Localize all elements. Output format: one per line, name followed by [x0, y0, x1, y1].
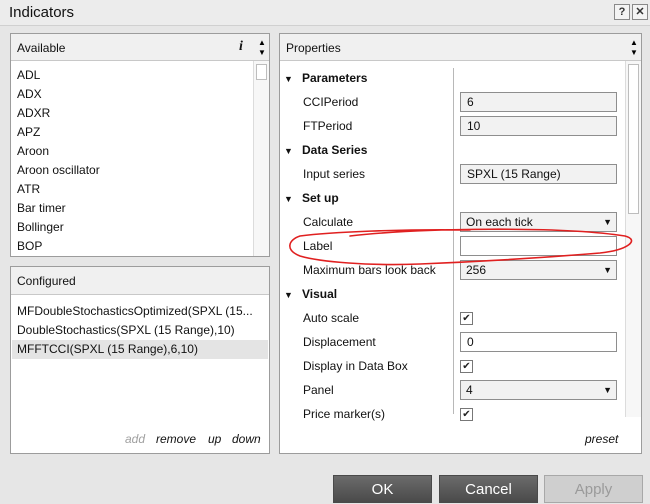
configured-panel: Configured MFDoubleStochasticsOptimized(…: [10, 266, 270, 454]
category-label: Data Series: [302, 143, 368, 157]
data-box-label: Display in Data Box: [303, 359, 408, 373]
cancel-button[interactable]: Cancel: [439, 475, 538, 503]
chevron-down-icon: ▼: [603, 217, 612, 227]
down-link[interactable]: down: [232, 432, 261, 446]
panel-value: 4: [466, 383, 473, 397]
price-marker-checkbox[interactable]: ✔: [460, 408, 473, 421]
ft-period-label: FTPeriod: [303, 119, 353, 133]
category-label: Visual: [302, 287, 338, 301]
ft-period-field[interactable]: 10: [460, 116, 617, 136]
add-link[interactable]: add: [125, 432, 145, 446]
label-label: Label: [303, 239, 333, 253]
properties-header: Properties ▲ ▼: [280, 34, 641, 61]
auto-scale-checkbox[interactable]: ✔: [460, 312, 473, 325]
list-item[interactable]: ADXR: [17, 104, 50, 123]
panel-label: Panel: [303, 383, 334, 397]
preset-link[interactable]: preset: [585, 432, 618, 446]
configured-item-selected[interactable]: MFFTCCI(SPXL (15 Range),6,10): [12, 340, 268, 359]
properties-title: Properties: [286, 41, 341, 55]
close-button[interactable]: ✕: [632, 4, 648, 20]
category-visual[interactable]: ▼ Visual: [284, 285, 337, 303]
max-bars-label: Maximum bars look back: [303, 263, 436, 277]
list-item[interactable]: ADX: [17, 85, 42, 104]
list-item[interactable]: Bollinger: [17, 218, 64, 237]
scroll-thumb[interactable]: [256, 64, 267, 80]
available-scrollbar[interactable]: [253, 61, 269, 256]
available-header: Available i ▲ ▼: [11, 34, 269, 61]
calculate-value: On each tick: [466, 215, 533, 229]
collapse-triangle-icon[interactable]: ▼: [284, 70, 302, 88]
chevron-down-icon: ▼: [603, 265, 612, 275]
scroll-thumb[interactable]: [628, 64, 639, 214]
max-bars-dropdown[interactable]: 256 ▼: [460, 260, 617, 280]
list-item[interactable]: Bar timer: [17, 199, 66, 218]
list-item[interactable]: Aroon oscillator: [17, 161, 100, 180]
list-item[interactable]: ATR: [17, 180, 40, 199]
configured-item[interactable]: DoubleStochastics(SPXL (15 Range),10): [12, 321, 268, 340]
data-box-checkbox[interactable]: ✔: [460, 360, 473, 373]
displacement-label: Displacement: [303, 335, 376, 349]
input-series-field[interactable]: SPXL (15 Range): [460, 164, 617, 184]
up-link[interactable]: up: [208, 432, 221, 446]
title-bar: Indicators ? ✕: [0, 0, 650, 26]
category-data-series[interactable]: ▼ Data Series: [284, 141, 367, 159]
cci-period-label: CCIPeriod: [303, 95, 359, 109]
configured-item[interactable]: MFDoubleStochasticsOptimized(SPXL (15...: [12, 302, 268, 321]
displacement-field[interactable]: 0: [460, 332, 617, 352]
cci-period-field[interactable]: 6: [460, 92, 617, 112]
scroll-up-icon[interactable]: ▲: [257, 38, 267, 47]
category-setup[interactable]: ▼ Set up: [284, 189, 339, 207]
label-field[interactable]: [460, 236, 617, 256]
chevron-down-icon: ▼: [603, 385, 612, 395]
column-divider: [453, 68, 454, 414]
configured-title: Configured: [17, 274, 76, 288]
remove-link[interactable]: remove: [156, 432, 196, 446]
collapse-triangle-icon[interactable]: ▼: [284, 142, 302, 160]
list-item[interactable]: Aroon: [17, 142, 49, 161]
input-series-label: Input series: [303, 167, 366, 181]
auto-scale-label: Auto scale: [303, 311, 360, 325]
category-parameters[interactable]: ▼ Parameters: [284, 69, 367, 87]
properties-scrollbar[interactable]: [625, 61, 641, 417]
available-panel: Available i ▲ ▼ ADL ADX ADXR APZ Aroon A…: [10, 33, 270, 257]
scroll-up-icon[interactable]: ▲: [629, 38, 639, 47]
help-button[interactable]: ?: [614, 4, 630, 20]
calculate-dropdown[interactable]: On each tick ▼: [460, 212, 617, 232]
available-title: Available: [17, 41, 66, 55]
panel-dropdown[interactable]: 4 ▼: [460, 380, 617, 400]
collapse-triangle-icon[interactable]: ▼: [284, 286, 302, 304]
list-item[interactable]: ADL: [17, 66, 40, 85]
category-label: Set up: [302, 191, 339, 205]
list-item[interactable]: APZ: [17, 123, 40, 142]
collapse-triangle-icon[interactable]: ▼: [284, 190, 302, 208]
list-item[interactable]: BOP: [17, 237, 42, 256]
ok-button[interactable]: OK: [333, 475, 432, 503]
info-icon[interactable]: i: [239, 39, 243, 55]
calculate-label: Calculate: [303, 215, 354, 229]
price-marker-label: Price marker(s): [303, 407, 386, 421]
scroll-down-icon[interactable]: ▼: [629, 48, 639, 57]
apply-button[interactable]: Apply: [544, 475, 643, 503]
window-title: Indicators: [9, 4, 75, 21]
category-label: Parameters: [302, 71, 368, 85]
configured-header: Configured: [11, 267, 269, 295]
properties-panel: Properties ▲ ▼ ▼ Parameters CCIPeriod 6 F…: [279, 33, 642, 454]
scroll-down-icon[interactable]: ▼: [257, 48, 267, 57]
max-bars-value: 256: [466, 263, 487, 277]
